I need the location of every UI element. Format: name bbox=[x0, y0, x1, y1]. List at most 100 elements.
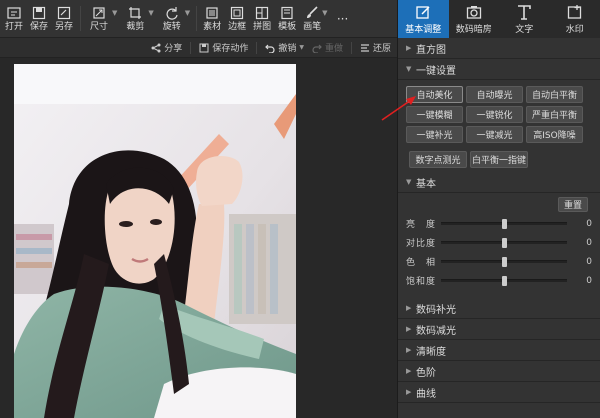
hue-slider[interactable] bbox=[441, 257, 567, 267]
rotate-button[interactable]: 旋转 bbox=[157, 0, 187, 37]
material-icon bbox=[206, 6, 218, 19]
section-clarity[interactable]: ▶ 清晰度 bbox=[398, 340, 600, 361]
section-levels[interactable]: ▶ 色阶 bbox=[398, 361, 600, 382]
high-iso-denoise-button[interactable]: 高ISO降噪 bbox=[526, 126, 583, 143]
brush-label: 画笔 bbox=[303, 21, 322, 32]
digital-spot-metering-button[interactable]: 数字点测光 bbox=[409, 151, 467, 168]
save-action-button[interactable]: 保存动作 bbox=[199, 41, 248, 54]
one-click-label: 一键设置 bbox=[416, 65, 456, 77]
share-button[interactable]: 分享 bbox=[151, 41, 182, 54]
resize-icon bbox=[93, 6, 105, 19]
size-label: 尺寸 bbox=[89, 21, 108, 32]
border-label: 边框 bbox=[228, 21, 247, 32]
save-label: 保存 bbox=[29, 21, 48, 32]
save-button[interactable]: 保存 bbox=[27, 0, 51, 37]
section-digital-fill-light[interactable]: ▶ 数码补光 bbox=[398, 298, 600, 319]
contrast-slider[interactable] bbox=[441, 238, 567, 248]
open-button[interactable]: 打开 bbox=[2, 0, 26, 37]
save-icon bbox=[32, 6, 46, 19]
expand-arrow-icon: ▶ bbox=[406, 44, 412, 52]
size-button[interactable]: 尺寸 bbox=[84, 0, 114, 37]
section-label: 数码减光 bbox=[416, 325, 456, 337]
basic-section: 重置 亮 度 0 对比度 0 色 相 0 饱和度 0 bbox=[398, 193, 600, 290]
tab-basic-adjust[interactable]: 基本调整 bbox=[398, 0, 449, 38]
action-bar: 分享 保存动作 撤销 ▼ 重做 还原 bbox=[0, 38, 397, 58]
tab-digital-darkroom[interactable]: 数码暗房 bbox=[449, 0, 500, 38]
image-canvas[interactable] bbox=[0, 58, 397, 418]
crop-icon bbox=[129, 6, 142, 19]
undo-button[interactable]: 撤销 ▼ bbox=[265, 41, 304, 54]
hue-row: 色 相 0 bbox=[406, 252, 592, 271]
saturation-label: 饱和度 bbox=[406, 277, 437, 287]
action-bar-divider bbox=[190, 41, 192, 54]
crop-button[interactable]: 裁剪 bbox=[120, 0, 150, 37]
saturation-slider[interactable] bbox=[441, 276, 567, 286]
histogram-section-header[interactable]: ▶ 直方图 bbox=[398, 38, 600, 59]
one-click-blur-button[interactable]: 一键模糊 bbox=[406, 106, 463, 123]
save-as-button[interactable]: 另存 bbox=[52, 0, 76, 37]
one-click-fill-light-button[interactable]: 一键补光 bbox=[406, 126, 463, 143]
brightness-slider-thumb[interactable] bbox=[501, 219, 507, 229]
border-button[interactable]: 边框 bbox=[225, 0, 249, 37]
undo-icon bbox=[265, 44, 275, 53]
tab-digital-darkroom-label: 数码暗房 bbox=[455, 24, 492, 35]
rotate-dropdown-icon[interactable]: ▼ bbox=[185, 9, 190, 17]
crop-label: 裁剪 bbox=[126, 21, 145, 32]
text-icon bbox=[518, 4, 532, 20]
hue-value: 0 bbox=[586, 256, 592, 267]
right-panel-tabs: 基本调整 数码暗房 文字 水印 bbox=[397, 0, 600, 38]
undo-dropdown-icon[interactable]: ▼ bbox=[299, 44, 304, 51]
brightness-value: 0 bbox=[586, 218, 592, 229]
auto-white-balance-button[interactable]: 自动白平衡 bbox=[526, 86, 583, 103]
material-button[interactable]: 素材 bbox=[200, 0, 224, 37]
saturation-slider-thumb[interactable] bbox=[501, 276, 507, 286]
redo-icon bbox=[312, 44, 322, 53]
auto-beautify-button[interactable]: 自动美化 bbox=[406, 86, 463, 103]
collage-button[interactable]: 拼图 bbox=[250, 0, 274, 37]
one-click-reduce-light-button[interactable]: 一键减光 bbox=[466, 126, 523, 143]
toolbar-divider bbox=[196, 6, 198, 31]
histogram-label: 直方图 bbox=[416, 44, 446, 56]
collage-label: 拼图 bbox=[253, 21, 272, 32]
brush-dropdown-icon[interactable]: ▼ bbox=[322, 9, 327, 17]
open-label: 打开 bbox=[4, 21, 23, 32]
basic-section-header[interactable]: ▼ 基本 bbox=[398, 172, 600, 193]
section-digital-reduce-light[interactable]: ▶ 数码减光 bbox=[398, 319, 600, 340]
restore-button[interactable]: 还原 bbox=[360, 41, 391, 54]
section-label: 曲线 bbox=[416, 388, 436, 400]
main-toolbar: 打开 保存 另存 尺寸 ▼ 裁剪 ▼ 旋转 ▼ 素材 边框 拼图 模板 画笔 ▼… bbox=[0, 0, 397, 38]
tab-text[interactable]: 文字 bbox=[499, 0, 550, 38]
crop-dropdown-icon[interactable]: ▼ bbox=[148, 9, 153, 17]
redo-button[interactable]: 重做 bbox=[312, 41, 343, 54]
photo-image bbox=[14, 64, 296, 418]
border-icon bbox=[231, 6, 244, 19]
tab-basic-adjust-label: 基本调整 bbox=[405, 24, 442, 35]
edited-photo bbox=[14, 64, 296, 418]
size-dropdown-icon[interactable]: ▼ bbox=[112, 9, 117, 17]
one-click-sharpen-button[interactable]: 一键锐化 bbox=[466, 106, 523, 123]
expand-arrow-icon: ▶ bbox=[406, 367, 412, 375]
reset-button[interactable]: 重置 bbox=[558, 197, 588, 212]
brightness-row: 亮 度 0 bbox=[406, 214, 592, 233]
tab-text-label: 文字 bbox=[515, 24, 534, 35]
more-button[interactable]: ··· bbox=[331, 0, 355, 37]
brush-button[interactable]: 画笔 bbox=[300, 0, 324, 37]
hue-slider-thumb[interactable] bbox=[501, 257, 507, 267]
adjust-panel: ▶ 直方图 ▼ 一键设置 自动美化 自动曝光 自动白平衡 一键模糊 一键锐化 严… bbox=[397, 38, 600, 418]
one-click-section-header[interactable]: ▼ 一键设置 bbox=[398, 59, 600, 80]
saturation-row: 饱和度 0 bbox=[406, 271, 592, 290]
one-click-extra-row: 数字点测光 白平衡一指键 bbox=[409, 151, 594, 168]
camera-icon bbox=[466, 5, 481, 19]
action-bar-divider bbox=[256, 41, 258, 54]
tab-watermark[interactable]: 水印 bbox=[550, 0, 600, 38]
edit-icon bbox=[416, 5, 430, 19]
auto-exposure-button[interactable]: 自动曝光 bbox=[466, 86, 523, 103]
contrast-slider-thumb[interactable] bbox=[501, 238, 507, 248]
strong-white-balance-button[interactable]: 严重白平衡 bbox=[526, 106, 583, 123]
section-curves[interactable]: ▶ 曲线 bbox=[398, 382, 600, 403]
brightness-slider[interactable] bbox=[441, 219, 567, 229]
rotate-icon bbox=[166, 6, 178, 20]
white-balance-picker-button[interactable]: 白平衡一指键 bbox=[470, 151, 528, 168]
expand-arrow-icon: ▶ bbox=[406, 304, 412, 312]
template-button[interactable]: 模板 bbox=[275, 0, 299, 37]
